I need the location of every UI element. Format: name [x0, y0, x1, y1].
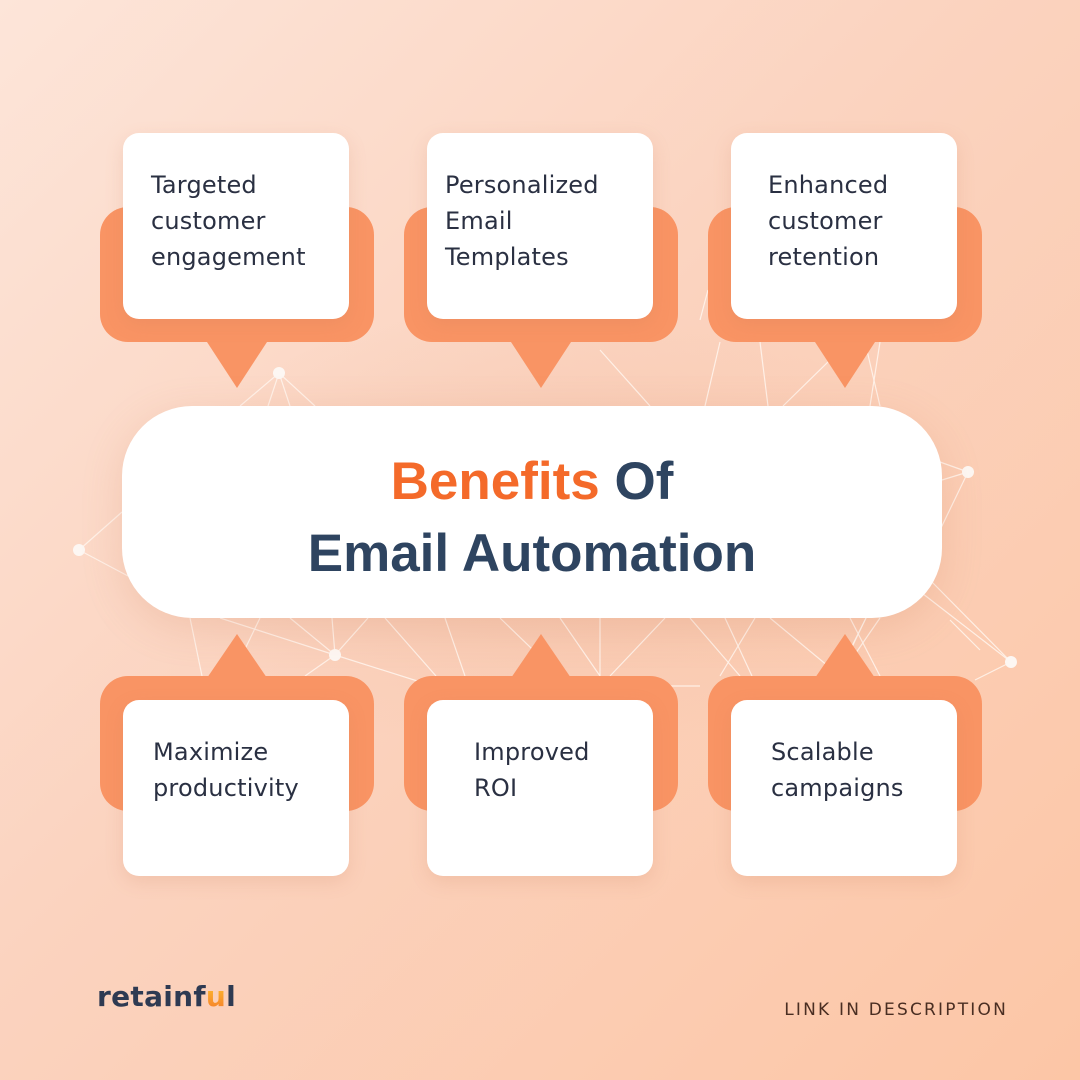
pointer-up — [207, 634, 267, 678]
network-node — [1005, 656, 1017, 668]
benefit-card-productivity: Maximize productivity — [100, 634, 374, 884]
card-panel: Personalized Email Templates — [427, 133, 653, 319]
benefit-label: Improved ROI — [474, 738, 590, 802]
network-node — [73, 544, 85, 556]
logo-prefix: retainf — [97, 980, 206, 1013]
benefit-card-personalized-templates: Personalized Email Templates — [404, 133, 678, 388]
benefit-card-scalable-campaigns: Scalable campaigns — [708, 634, 982, 884]
benefit-label: Enhanced customer retention — [768, 171, 889, 271]
logo-suffix: l — [226, 980, 237, 1013]
pointer-up — [815, 634, 875, 678]
title-line1-rest: Of — [599, 452, 674, 511]
title-accent: Benefits — [390, 452, 600, 511]
network-node — [962, 466, 974, 478]
brand-logo: retainful — [97, 980, 236, 1013]
benefit-label: Targeted customer engagement — [151, 171, 306, 271]
hero-banner: Benefits Of Email Automation — [122, 406, 942, 618]
title-line2: Email Automation — [307, 524, 757, 583]
card-panel: Targeted customer engagement — [123, 133, 349, 319]
card-panel: Maximize productivity — [123, 700, 349, 876]
pointer-down — [815, 342, 875, 388]
benefit-card-targeted-engagement: Targeted customer engagement — [100, 133, 374, 388]
page-title: Benefits Of Email Automation — [122, 446, 942, 590]
pointer-down — [511, 342, 571, 388]
card-panel: Improved ROI — [427, 700, 653, 876]
benefit-label: Scalable campaigns — [771, 738, 904, 802]
benefit-card-customer-retention: Enhanced customer retention — [708, 133, 982, 388]
pointer-up — [511, 634, 571, 678]
benefit-card-roi: Improved ROI — [404, 634, 678, 884]
benefit-label: Maximize productivity — [153, 738, 299, 802]
card-panel: Scalable campaigns — [731, 700, 957, 876]
link-in-description: LINK IN DESCRIPTION — [784, 1000, 1008, 1020]
pointer-down — [207, 342, 267, 388]
card-panel: Enhanced customer retention — [731, 133, 957, 319]
benefit-label: Personalized Email Templates — [445, 171, 599, 271]
logo-highlight: u — [205, 980, 227, 1013]
